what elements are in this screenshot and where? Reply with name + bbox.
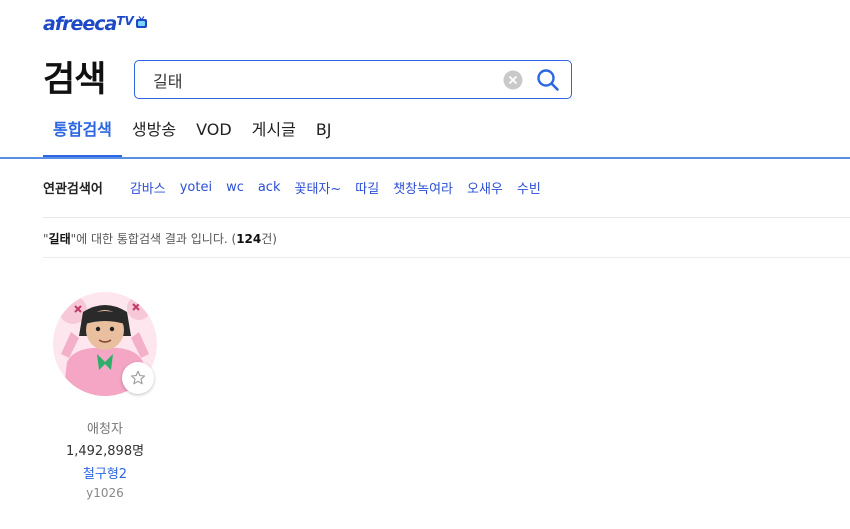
- search-box: [134, 60, 572, 99]
- tab-posts[interactable]: 게시글: [242, 116, 306, 158]
- related-keyword[interactable]: wc: [226, 180, 244, 195]
- page-title: 검색: [43, 60, 106, 100]
- streamer-name[interactable]: 철구형2: [53, 463, 157, 482]
- related-keyword[interactable]: 꽃태자~: [295, 178, 342, 197]
- divider: [43, 257, 850, 258]
- afreecatv-logo[interactable]: afreeca TV: [43, 13, 148, 39]
- summary-suffix: 건): [261, 232, 277, 246]
- search-tabs: 통합검색 생방송 VOD 게시글 BJ: [43, 116, 342, 158]
- related-keywords: 연관검색어 감바스 yotei wc ack 꽃태자~ 따길 챗창녹여라 오새우…: [43, 178, 555, 197]
- logo-tv-text: TV: [116, 14, 134, 28]
- divider: [43, 217, 850, 218]
- related-keyword[interactable]: ack: [258, 180, 281, 195]
- streamer-id: y1026: [86, 486, 124, 500]
- tab-live[interactable]: 생방송: [122, 116, 186, 158]
- tab-vod[interactable]: VOD: [186, 116, 242, 158]
- related-keyword[interactable]: 감바스: [130, 178, 166, 197]
- search-input[interactable]: [153, 61, 493, 98]
- related-keywords-label: 연관검색어: [43, 182, 103, 197]
- result-summary: "길태"에 대한 통합검색 결과 입니다. (124건): [43, 230, 277, 247]
- clear-icon[interactable]: [503, 70, 523, 90]
- related-keyword[interactable]: 수빈: [517, 178, 541, 197]
- related-keyword[interactable]: 오새우: [467, 178, 503, 197]
- streamer-card: 애청자 1,492,898명 철구형2 y1026: [53, 292, 157, 500]
- summary-keyword: 길태: [48, 232, 71, 246]
- favorite-button[interactable]: [122, 362, 154, 394]
- related-keyword[interactable]: yotei: [180, 180, 212, 195]
- related-keyword[interactable]: 챗창녹여라: [393, 178, 453, 197]
- summary-count: 124: [236, 232, 262, 246]
- tab-divider: [0, 157, 850, 159]
- tab-integrated[interactable]: 통합검색: [43, 116, 122, 158]
- tv-icon: [135, 16, 147, 28]
- related-keyword[interactable]: 따길: [355, 178, 379, 197]
- logo-text: afreeca: [43, 13, 117, 35]
- search-icon[interactable]: [536, 68, 560, 92]
- fans-count: 1,492,898명: [65, 444, 145, 459]
- summary-text: "에 대한 통합검색 결과 입니다. (: [70, 232, 237, 246]
- star-icon: [130, 370, 146, 385]
- fans-label: 애청자: [87, 422, 123, 437]
- tab-bj[interactable]: BJ: [306, 116, 342, 158]
